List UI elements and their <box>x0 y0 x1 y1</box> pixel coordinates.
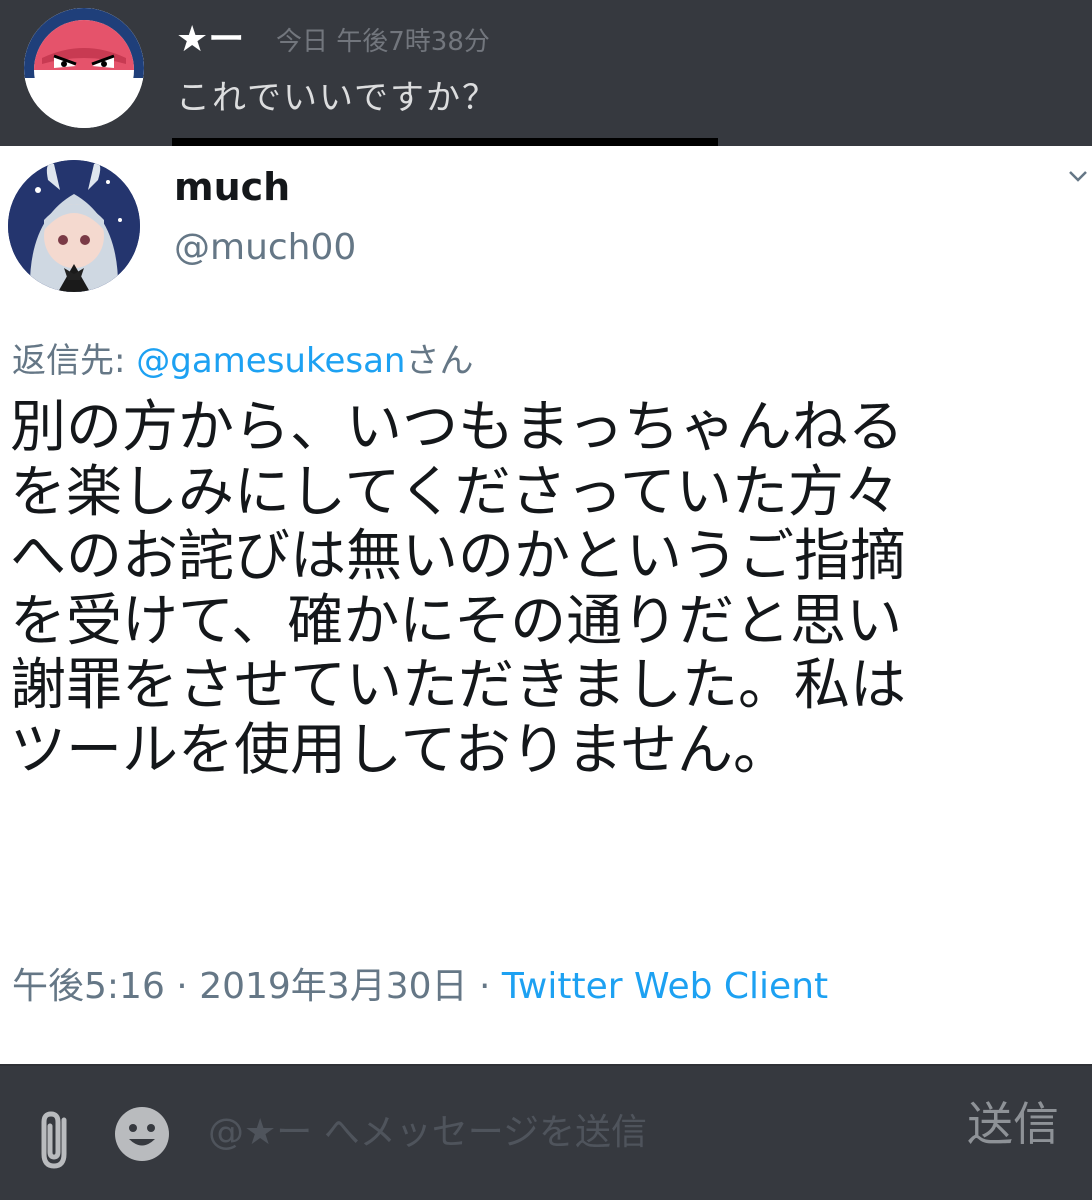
message-input[interactable] <box>208 1102 908 1162</box>
tweet-avatar <box>8 160 140 292</box>
chat-author-name[interactable]: ★ー <box>176 16 244 64</box>
paperclip-icon[interactable] <box>30 1104 80 1174</box>
tweet-screenshot[interactable]: much @much00 返信先: @gamesukesanさん 別の方から、い… <box>0 146 1092 1064</box>
tweet-date[interactable]: 2019年3月30日 <box>199 966 467 1007</box>
tweet-metadata: 午後5:16 · 2019年3月30日 · Twitter Web Client <box>12 962 828 1012</box>
emoji-icon[interactable] <box>112 1104 172 1164</box>
message-composer: 送信 <box>0 1064 1092 1200</box>
tweet-time[interactable]: 午後5:16 <box>12 966 165 1007</box>
tweet-body-text: 別の方から、いつもまっちゃんねる を楽しみにしてくださっていた方々 へのお詫びは… <box>10 395 906 783</box>
tweet-client-link[interactable]: Twitter Web Client <box>502 966 828 1007</box>
meta-separator: · <box>467 966 502 1007</box>
tweet-display-name[interactable]: much <box>174 162 290 212</box>
tweet-handle[interactable]: @much00 <box>174 224 356 272</box>
meta-separator: · <box>164 966 200 1007</box>
reply-suffix: さん <box>405 341 474 381</box>
chevron-down-icon[interactable] <box>1066 164 1090 188</box>
chat-message: ★ー 今日 午後7時38分 これでいいですか？ <box>0 0 1092 148</box>
chat-message-text: これでいいですか？ <box>176 78 498 118</box>
send-button[interactable]: 送信 <box>958 1092 1068 1156</box>
chat-screen: ★ー 今日 午後7時38分 これでいいですか？ much @much00 返信先… <box>0 0 1092 1200</box>
reply-mention-link[interactable]: @gamesukesan <box>136 341 405 381</box>
reply-to-line: 返信先: @gamesukesanさん <box>12 338 473 384</box>
chat-timestamp: 今日 午後7時38分 <box>276 27 490 57</box>
reply-prefix: 返信先: <box>12 341 137 381</box>
voltorb-avatar-icon[interactable] <box>24 8 144 128</box>
